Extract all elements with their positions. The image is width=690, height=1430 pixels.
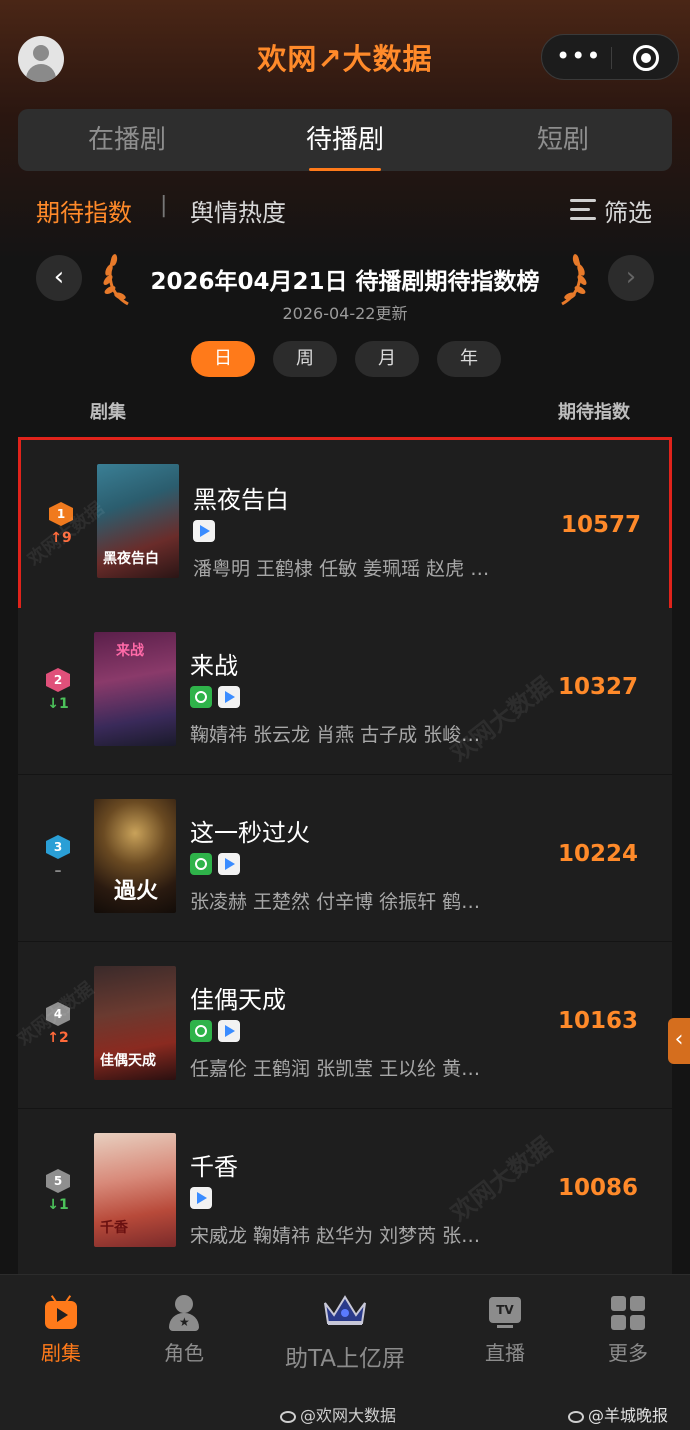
tv-badge: TV <box>489 1297 521 1323</box>
nav-more[interactable]: 更多 <box>583 1295 673 1366</box>
next-date-button[interactable]: › <box>608 255 654 301</box>
video-platform-icon <box>190 1187 212 1209</box>
poster-caption: 佳偶天成 <box>100 1053 156 1069</box>
rank-badge: 5 <box>46 1169 70 1193</box>
side-expand-handle[interactable]: ‹ <box>668 1018 690 1064</box>
nav-dramas[interactable]: 剧集 <box>16 1295 106 1366</box>
drama-cast: 张凌赫 王楚然 付辛博 徐振轩 鹤… <box>190 891 481 913</box>
source-watermark: @欢网大数据 <box>280 1402 396 1426</box>
video-platform-icon <box>218 686 240 708</box>
column-header-index: 期待指数 <box>558 402 630 423</box>
app-logo: 欢网↗大数据 <box>257 42 433 76</box>
iqiyi-platform-icon <box>190 1020 212 1042</box>
expectation-score: 10327 <box>557 674 639 700</box>
tv-icon <box>43 1295 79 1331</box>
period-week-button[interactable]: 周 <box>273 341 337 377</box>
ranking-row[interactable]: 1 ↑9 黑夜告白 黑夜告白 潘粤明 王鹤棣 任敏 姜珮瑶 赵虎 … 10577 <box>18 437 672 611</box>
drama-cast: 宋威龙 鞠婧祎 赵华为 刘梦芮 张… <box>190 1225 481 1247</box>
drama-poster: 過火 <box>94 799 176 913</box>
drama-title: 黑夜告白 <box>193 486 289 514</box>
capsule-divider <box>611 47 612 69</box>
nav-label: 更多 <box>608 1341 648 1365</box>
expectation-score: 10163 <box>557 1008 639 1034</box>
mini-program-capsule: ••• <box>541 34 679 80</box>
drama-cast: 任嘉伦 王鹤润 张凯莹 王以纶 黄… <box>190 1058 481 1080</box>
video-platform-icon <box>218 1020 240 1042</box>
column-header-series: 剧集 <box>90 402 126 423</box>
rank-badge: 3 <box>46 835 70 859</box>
publisher-watermark-text: @羊城晚报 <box>588 1406 669 1425</box>
publisher-watermark: @羊城晚报 <box>568 1402 668 1426</box>
subfilter-separator: | <box>160 193 168 218</box>
ranking-row[interactable]: 3 – 過火 这一秒过火 张凌赫 王楚然 付辛博 徐振轩 鹤… 10224 <box>18 775 672 941</box>
drama-title: 佳偶天成 <box>190 986 286 1014</box>
source-watermark-text: @欢网大数据 <box>300 1406 397 1425</box>
ranking-title: 2026年04月21日 待播剧期待指数榜 <box>150 269 540 295</box>
iqiyi-platform-icon <box>190 686 212 708</box>
laurel-right-icon <box>561 254 587 306</box>
drama-poster: 千香 <box>94 1133 176 1247</box>
rank-badge: 2 <box>46 668 70 692</box>
rank-trend: – <box>54 863 62 879</box>
user-avatar-icon[interactable] <box>18 36 64 82</box>
video-platform-icon <box>193 520 215 542</box>
poster-caption: 過火 <box>114 878 159 904</box>
period-day-button[interactable]: 日 <box>191 341 255 377</box>
drama-title: 来战 <box>190 652 238 680</box>
crown-icon <box>324 1295 366 1325</box>
tab-airing[interactable]: 在播剧 <box>18 109 236 171</box>
nav-label: 助TA上亿屏 <box>285 1346 405 1372</box>
nav-roles[interactable]: ★ 角色 <box>139 1295 229 1366</box>
weibo-icon <box>568 1410 584 1423</box>
drama-title: 千香 <box>190 1153 238 1181</box>
filter-icon[interactable] <box>570 199 596 221</box>
iqiyi-platform-icon <box>190 853 212 875</box>
public-opinion-tab[interactable]: 舆情热度 <box>190 193 286 228</box>
expectation-score: 10086 <box>557 1175 639 1201</box>
tab-upcoming[interactable]: 待播剧 <box>236 109 454 171</box>
drama-poster: 佳偶天成 <box>94 966 176 1080</box>
ranking-row[interactable]: 2 ↓1 来战 来战 鞠婧祎 张云龙 肖燕 古子成 张峻… 10327 <box>18 608 672 774</box>
main-tabs: 在播剧 待播剧 短剧 <box>18 109 672 171</box>
nav-label: 直播 <box>485 1341 525 1365</box>
expectation-score: 10577 <box>560 512 642 538</box>
nav-label: 角色 <box>164 1341 204 1365</box>
drama-title: 这一秒过火 <box>190 819 310 847</box>
ranking-row[interactable]: 4 ↑2 佳偶天成 佳偶天成 任嘉伦 王鹤润 张凯莹 王以纶 黄… 10163 <box>18 942 672 1108</box>
poster-caption: 黑夜告白 <box>103 551 159 567</box>
drama-poster: 来战 <box>94 632 176 746</box>
poster-caption: 来战 <box>116 643 144 659</box>
period-year-button[interactable]: 年 <box>437 341 501 377</box>
previous-date-button[interactable]: ‹ <box>36 255 82 301</box>
live-tv-icon: TV <box>487 1295 523 1331</box>
update-time: 2026-04-22更新 <box>282 304 408 323</box>
nav-live[interactable]: TV 直播 <box>460 1295 550 1366</box>
more-options-icon[interactable]: ••• <box>556 43 600 71</box>
nav-boost[interactable]: 助TA上亿屏 <box>265 1293 425 1373</box>
ranking-row[interactable]: 5 ↓1 千香 千香 宋威龙 鞠婧祎 赵华为 刘梦芮 张… 10086 <box>18 1109 672 1275</box>
filter-button[interactable]: 筛选 <box>604 193 652 228</box>
expectation-index-tab[interactable]: 期待指数 <box>36 193 132 228</box>
tab-short-drama[interactable]: 短剧 <box>454 109 672 171</box>
poster-caption: 千香 <box>100 1220 128 1236</box>
period-month-button[interactable]: 月 <box>355 341 419 377</box>
grid-icon <box>610 1295 646 1331</box>
rank-trend: ↓1 <box>47 1197 69 1213</box>
close-miniprogram-icon[interactable] <box>633 45 659 71</box>
video-platform-icon <box>218 853 240 875</box>
weibo-icon <box>280 1410 296 1423</box>
laurel-left-icon <box>103 254 129 306</box>
drama-poster: 黑夜告白 <box>97 464 179 578</box>
rank-trend: ↓1 <box>47 696 69 712</box>
drama-cast: 潘粤明 王鹤棣 任敏 姜珮瑶 赵虎 … <box>193 558 490 580</box>
expectation-score: 10224 <box>557 841 639 867</box>
role-icon: ★ <box>166 1295 202 1331</box>
nav-label: 剧集 <box>41 1341 81 1365</box>
